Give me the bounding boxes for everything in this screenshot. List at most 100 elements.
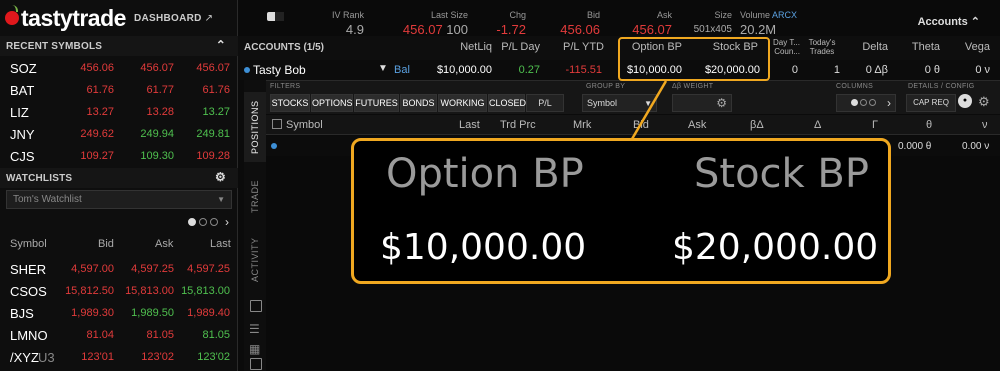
col-8[interactable]: Γ [872, 119, 878, 131]
gear-icon[interactable]: ⚙ [716, 96, 727, 110]
balance-link[interactable]: Bal [394, 64, 410, 76]
col-10[interactable]: ν [982, 119, 988, 131]
gear-icon[interactable]: ⚙ [215, 170, 226, 184]
group-by-select[interactable]: Symbol ▼ [582, 94, 657, 112]
todays-trades-header[interactable]: Today's Trades [804, 38, 840, 56]
col-4[interactable]: Bid [633, 119, 649, 131]
grid-icon[interactable]: ▦ [249, 342, 260, 356]
columns-selector[interactable]: › [836, 94, 896, 112]
expand-arrow-icon[interactable]: ↗ [205, 13, 213, 24]
quote-value: 249.62 [80, 128, 114, 140]
toggle-switch[interactable] [267, 12, 284, 21]
table-row[interactable]: /XYZ U3 123'01 123'02 123'02 [0, 346, 238, 368]
iv-rank-value: 4.9 [345, 22, 364, 37]
table-row[interactable]: LMNO 81.04 81.05 81.05 [0, 324, 238, 346]
quote-value: 123'01 [81, 351, 114, 363]
watchlist-select[interactable]: Tom's Watchlist ▼ [6, 190, 232, 209]
col-0[interactable]: Symbol [286, 119, 323, 131]
table-row[interactable]: CSOS 15,812.50 15,813.00 15,813.00 [0, 280, 238, 302]
exchange-label: ARCX [772, 10, 798, 20]
quote-value: 15,813.00 [181, 285, 230, 297]
accounts-button[interactable]: Accounts ⌃ [918, 15, 980, 28]
col-1[interactable]: Last [459, 119, 480, 131]
quote-value: 4,597.25 [187, 263, 230, 275]
filter-bonds-button[interactable]: BONDS [400, 94, 437, 112]
pager-dot[interactable] [188, 218, 196, 226]
ask-label: Ask [656, 10, 672, 20]
col-6[interactable]: βΔ [750, 119, 764, 131]
tastytrade-logo[interactable]: tastytrade [5, 5, 126, 32]
col-ask[interactable]: Ask [155, 238, 173, 250]
pager-dot[interactable] [210, 218, 218, 226]
col-symbol[interactable]: Symbol [10, 238, 47, 250]
col-bid[interactable]: Bid [98, 238, 114, 250]
delta-header[interactable]: Delta [852, 41, 888, 53]
list-item[interactable]: LIZ 13.27 13.28 13.27 [0, 101, 238, 123]
size-cell: Size 501x405 [690, 10, 732, 35]
quote-bar: IV Rank 4.9 Last Size 456.07 100 Chg -1.… [238, 0, 1000, 37]
watchlists-title: WATCHLISTS [6, 172, 73, 184]
list-item[interactable]: BAT 61.76 61.77 61.76 [0, 79, 238, 101]
list-item[interactable]: JNY 249.62 249.94 249.81 [0, 123, 238, 145]
todays-trades-value: 1 [833, 64, 840, 76]
gpw-icon[interactable]: ● [958, 94, 972, 108]
cap-req-button[interactable]: CAP REQ [906, 94, 956, 112]
tab-trade[interactable]: TRADE [244, 166, 266, 226]
shield-icon: ▼ [378, 63, 388, 74]
chevron-right-icon[interactable]: › [887, 96, 891, 110]
filter-working-button[interactable]: WORKING [438, 94, 487, 112]
filters-label: FILTERS [270, 83, 301, 90]
tv-icon[interactable] [250, 358, 262, 370]
col-last[interactable]: Last [210, 238, 231, 250]
filter-stocks-button[interactable]: STOCKS [270, 94, 310, 112]
netliq-value: $10,000.00 [436, 64, 492, 76]
details-config-label: DETAILS / CONFIG [908, 83, 975, 90]
tab-activity[interactable]: ACTIVITY [244, 230, 266, 290]
col-2[interactable]: Trd Prc [500, 119, 536, 131]
select-all-checkbox[interactable] [272, 119, 282, 129]
pager-dots[interactable] [188, 218, 218, 226]
filter-closed-button[interactable]: CLOSED [488, 94, 526, 112]
gear-icon[interactable]: ⚙ [978, 94, 990, 110]
quote-value: 456.07 [140, 62, 174, 74]
last-size-cell: Last Size 456.07 100 [386, 10, 468, 37]
document-icon[interactable] [250, 300, 262, 312]
col-7[interactable]: Δ [814, 119, 821, 131]
day-trade-count-header[interactable]: Day T... Coun... [768, 38, 800, 56]
theta-header[interactable]: Theta [904, 41, 940, 53]
table-row[interactable]: SHER 4,597.00 4,597.25 4,597.25 [0, 258, 238, 280]
pl-ytd-header[interactable]: P/L YTD [550, 41, 604, 53]
beta-weight-input[interactable]: ⚙ [672, 94, 732, 112]
table-row[interactable]: BJS 1,989.30 1,989.50 1,989.40 [0, 302, 238, 324]
pager-dot[interactable] [199, 218, 207, 226]
filter-futures-button[interactable]: FUTURES [354, 94, 399, 112]
dashboard-link[interactable]: DASHBOARD [134, 13, 202, 24]
filter-options-button[interactable]: OPTIONS [311, 94, 353, 112]
quote-value: 249.81 [196, 128, 230, 140]
netliq-header[interactable]: NetLiq [442, 41, 492, 53]
pl-ytd-value: -115.51 [565, 64, 603, 76]
pl-day-header[interactable]: P/L Day [490, 41, 540, 53]
filter-pl-button[interactable]: P/L [526, 94, 564, 112]
col-9[interactable]: θ [926, 119, 932, 131]
app-window: tastytrade DASHBOARD ↗ RECENT SYMBOLS ⌃ … [0, 0, 1000, 371]
list-icon[interactable]: ☰ [249, 322, 260, 336]
group-by-label: GROUP BY [586, 83, 626, 90]
quote-value: 109.27 [80, 150, 114, 162]
dropdown-arrow-icon: ▼ [217, 195, 225, 204]
zoom-stock-bp-label: Stock BP [694, 151, 869, 197]
tab-positions[interactable]: POSITIONS [244, 92, 266, 162]
quote-value: 4,597.25 [131, 263, 174, 275]
bid-label: Bid [586, 10, 600, 20]
chevron-right-icon[interactable]: › [225, 215, 229, 229]
day-trade-count-value: 0 [791, 64, 798, 76]
vega-total: 0.00 ν [962, 141, 990, 152]
vega-header[interactable]: Vega [954, 41, 990, 53]
list-item[interactable]: SOZ 456.06 456.07 456.07 [0, 57, 238, 79]
quote-value: 61.76 [86, 84, 114, 96]
collapse-chevron-icon[interactable]: ⌃ [216, 38, 226, 52]
delta-value: 0 Δβ [865, 64, 888, 76]
list-item[interactable]: CJS 109.27 109.30 109.28 [0, 145, 238, 167]
col-5[interactable]: Ask [688, 119, 706, 131]
col-3[interactable]: Mrk [573, 119, 591, 131]
